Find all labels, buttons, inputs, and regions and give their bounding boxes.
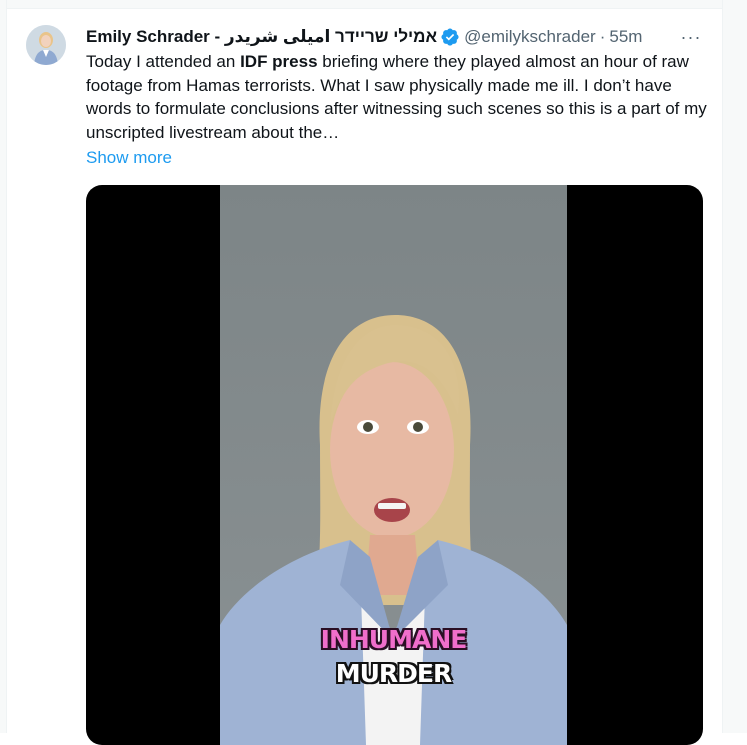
video-player[interactable]: INHUMANE MURDER	[86, 185, 703, 745]
video-frame[interactable]: INHUMANE MURDER	[220, 185, 567, 745]
more-options-icon[interactable]: ···	[679, 26, 703, 48]
author-handle[interactable]: @emilykschrader	[464, 27, 596, 47]
verified-badge-icon	[440, 27, 460, 47]
author-name[interactable]: Emily Schrader - אמילי שריידר امیلی شرید…	[86, 27, 437, 47]
tweet[interactable]: Emily Schrader - אמילי שריידר امیلی شرید…	[7, 9, 722, 745]
video-caption-line-1: INHUMANE	[320, 625, 468, 654]
video-caption-line-2: MURDER	[335, 659, 453, 688]
tweet-text-part-1: Today I attended an	[86, 52, 241, 71]
profile-avatar	[26, 25, 66, 65]
show-more-link[interactable]: Show more	[86, 148, 172, 168]
timestamp[interactable]: 55m	[609, 27, 642, 47]
tweet-header: Emily Schrader - אמילי שריידר امیلی شرید…	[86, 25, 642, 49]
avatar[interactable]	[26, 25, 66, 65]
window-top-edge	[0, 0, 747, 9]
separator-dot: ·	[599, 27, 606, 46]
tweet-text: Today I attended an IDF press briefing w…	[86, 50, 711, 144]
tweet-text-bold: IDF press	[240, 52, 318, 71]
window-left-edge	[0, 0, 7, 733]
window-right-edge	[722, 0, 747, 733]
